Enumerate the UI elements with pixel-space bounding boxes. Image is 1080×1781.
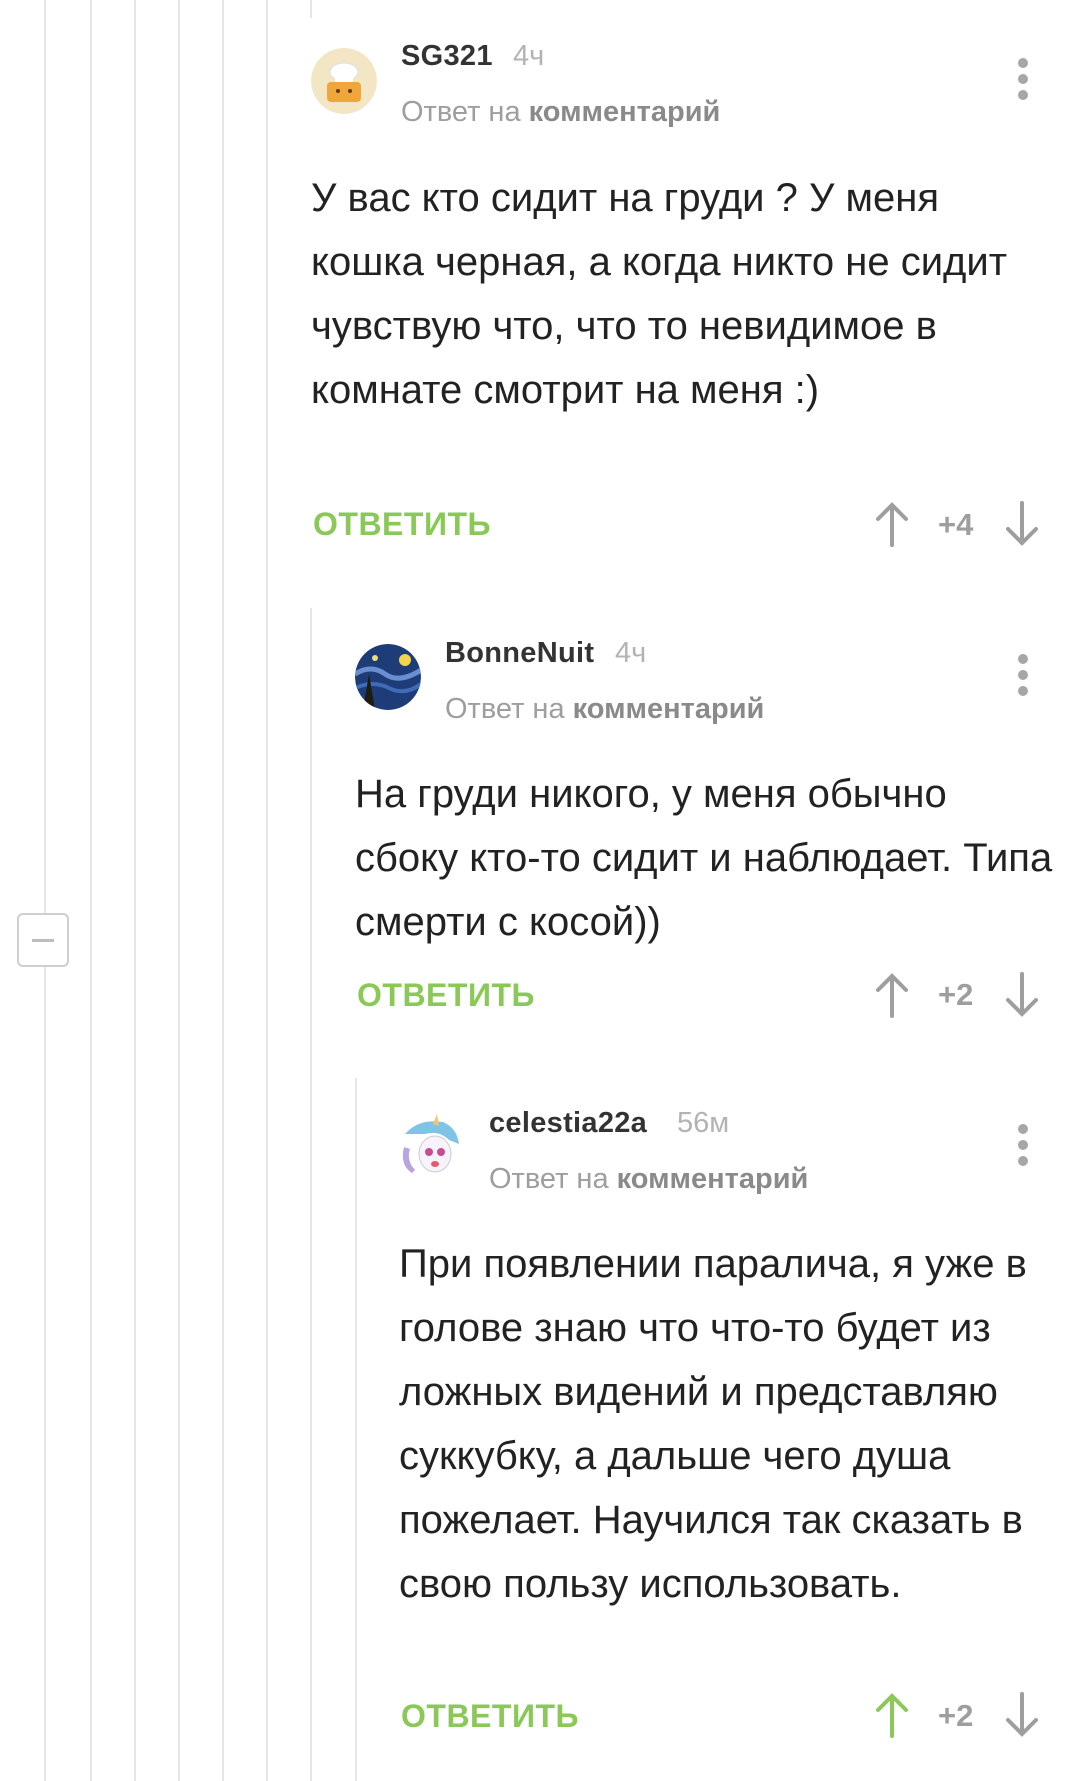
- comment-text: У вас кто сидит на груди ? У меня кошка …: [311, 176, 1008, 412]
- pony-avatar-icon[interactable]: [399, 1114, 465, 1180]
- comment-time: 4ч: [513, 40, 545, 72]
- starry-night-avatar-icon[interactable]: [355, 644, 421, 710]
- comment-author[interactable]: SG321: [401, 40, 493, 73]
- reply-button[interactable]: ОТВЕТИТЬ: [357, 977, 535, 1014]
- reply-to-link[interactable]: комментарий: [573, 693, 765, 725]
- reply-button[interactable]: ОТВЕТИТЬ: [401, 1698, 579, 1735]
- minus-icon: [32, 939, 54, 942]
- reply-to-line: Ответ на комментарий: [445, 693, 764, 726]
- chef-avatar-icon[interactable]: [311, 48, 377, 114]
- rating: +2: [938, 1698, 974, 1733]
- reply-to-line: Ответ на комментарий: [401, 96, 720, 129]
- upvote-icon[interactable]: [874, 972, 910, 1018]
- collapse-thread-button[interactable]: [17, 913, 69, 967]
- thread-line: [266, 0, 268, 1781]
- more-options-icon[interactable]: [1008, 56, 1038, 106]
- reply-to-prefix: Ответ на: [445, 693, 565, 725]
- comment-text: При появлении паралича, я уже в голове з…: [399, 1242, 1027, 1606]
- reply-to-line: Ответ на комментарий: [489, 1163, 808, 1196]
- comment-time: 56м: [677, 1107, 730, 1139]
- upvote-icon[interactable]: [874, 501, 910, 547]
- comment-text: На груди никого, у меня обычно сбоку кто…: [355, 772, 1053, 944]
- upvote-icon[interactable]: [874, 1692, 910, 1738]
- thread-line: [310, 0, 312, 18]
- reply-to-link[interactable]: комментарий: [617, 1163, 809, 1195]
- more-options-icon[interactable]: [1008, 1122, 1038, 1172]
- thread-line: [90, 0, 92, 1781]
- thread-line: [134, 0, 136, 1781]
- downvote-icon[interactable]: [1004, 972, 1040, 1018]
- comment-author[interactable]: BonneNuit: [445, 637, 594, 670]
- thread-line: [355, 1078, 357, 1781]
- rating: +4: [938, 507, 974, 542]
- thread-line: [310, 608, 312, 1781]
- downvote-icon[interactable]: [1004, 501, 1040, 547]
- thread-line: [178, 0, 180, 1781]
- thread-line: [222, 0, 224, 1781]
- comment-time: 4ч: [615, 637, 647, 669]
- comment-author[interactable]: celestia22a: [489, 1107, 647, 1140]
- reply-to-link[interactable]: комментарий: [529, 96, 721, 128]
- thread-line: [44, 0, 46, 1781]
- reply-to-prefix: Ответ на: [401, 96, 521, 128]
- reply-button[interactable]: ОТВЕТИТЬ: [313, 506, 491, 543]
- more-options-icon[interactable]: [1008, 652, 1038, 702]
- downvote-icon[interactable]: [1004, 1692, 1040, 1738]
- reply-to-prefix: Ответ на: [489, 1163, 609, 1195]
- rating: +2: [938, 977, 974, 1012]
